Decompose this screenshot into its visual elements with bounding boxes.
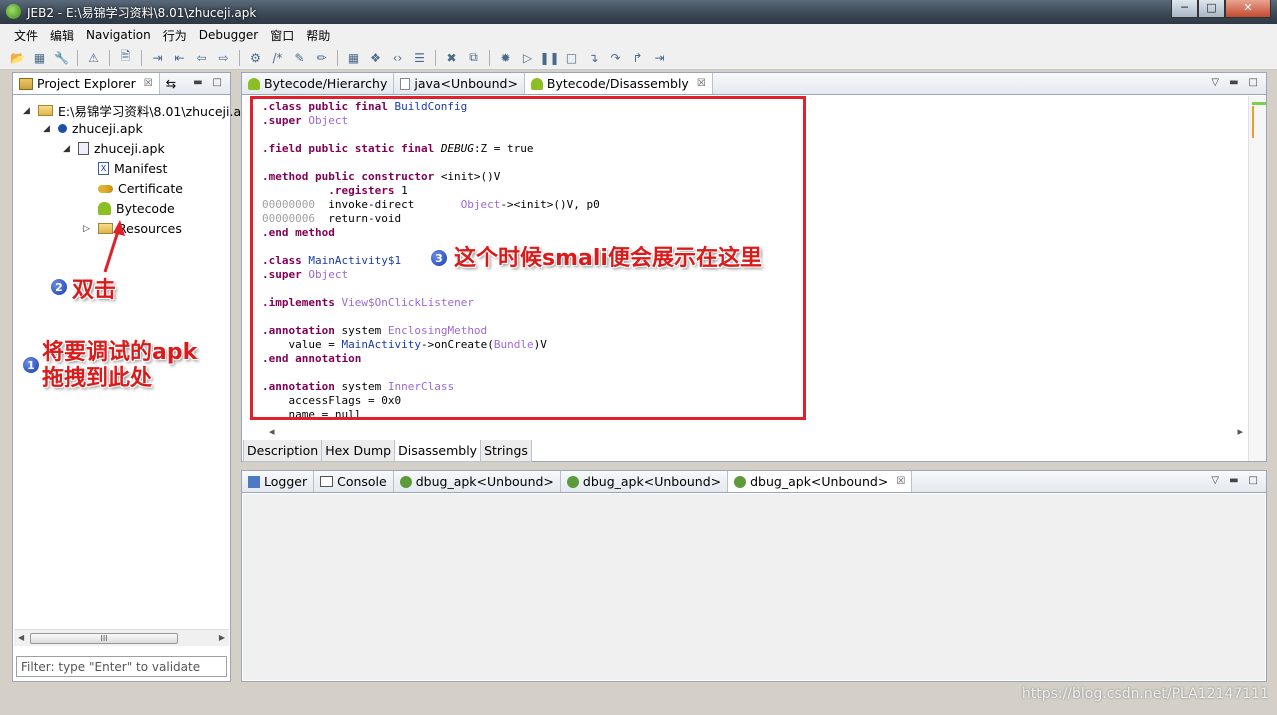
arrow-line [103, 227, 121, 273]
step-2-annotation: 双击 [72, 278, 117, 303]
watermark: https://blog.csdn.net/PLA12147111 [1021, 686, 1269, 702]
step-1-badge: 1 [22, 356, 40, 374]
step-3-annotation: 这个时候smali便会展示在这里 [454, 246, 762, 271]
step-2-badge: 2 [50, 278, 68, 296]
step-3-badge: 3 [430, 249, 448, 267]
step-1-line-1: 将要调试的apk [42, 340, 198, 365]
step-1-line-2: 拖拽到此处 [42, 366, 153, 391]
arrow-head [113, 220, 125, 236]
step-1-annotation: 将要调试的apk 拖拽到此处 [42, 340, 197, 392]
